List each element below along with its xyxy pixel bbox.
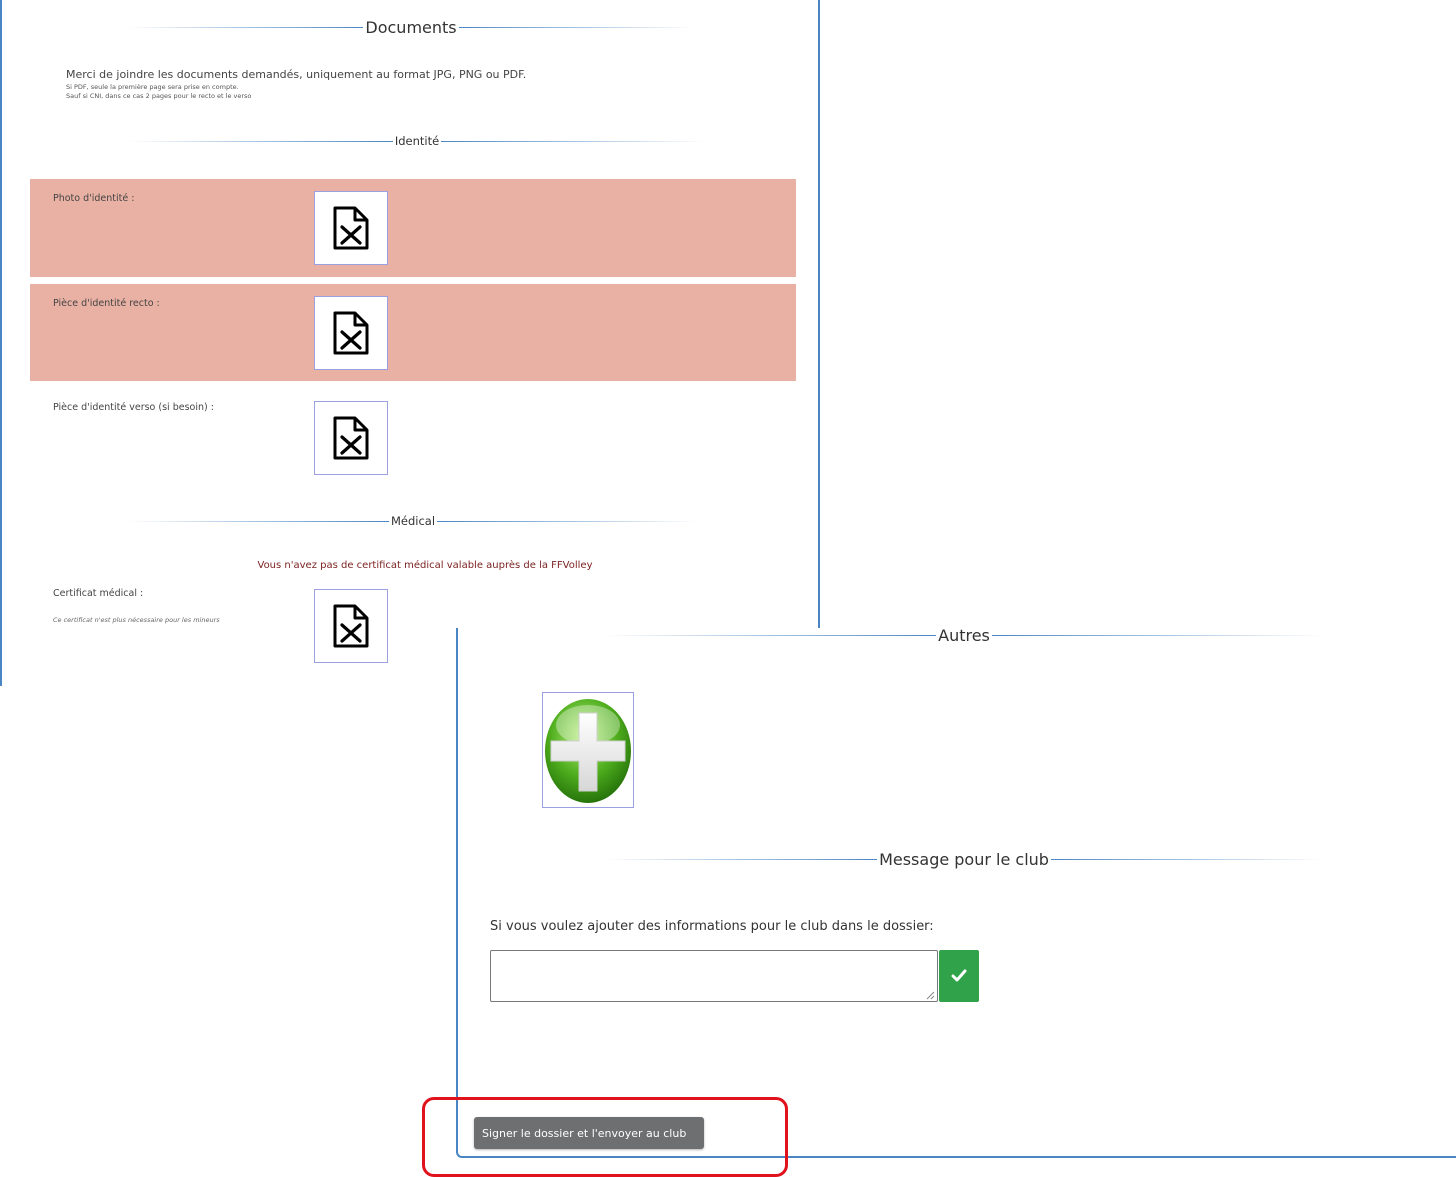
photo-id-label: Photo d'identité : — [53, 193, 135, 204]
id-back-upload[interactable] — [314, 401, 388, 475]
club-message-header: Message pour le club — [604, 850, 1324, 869]
missing-file-icon — [333, 311, 369, 355]
id-back-row: Pièce d'identité verso (si besoin) : — [30, 388, 796, 484]
intro-main-text: Merci de joindre les documents demandés,… — [66, 68, 527, 81]
id-front-upload[interactable] — [314, 296, 388, 370]
medical-header: Médical — [128, 514, 698, 528]
documents-intro: Merci de joindre les documents demandés,… — [66, 68, 526, 101]
sign-and-send-button[interactable]: Signer le dossier et l'envoyer au club — [474, 1117, 704, 1149]
missing-file-icon — [333, 416, 369, 460]
medical-certificate-note: Ce certificat n'est plus nécessaire pour… — [53, 616, 220, 624]
medical-certificate-upload[interactable] — [314, 589, 388, 663]
documents-header: Documents — [128, 18, 695, 37]
identity-header: Identité — [128, 134, 706, 148]
documents-title: Documents — [365, 18, 457, 37]
add-plus-icon — [545, 699, 631, 803]
intro-cni-note: Sauf si CNI, dans ce cas 2 pages pour le… — [66, 92, 252, 100]
club-message-input[interactable] — [490, 950, 938, 1002]
photo-id-row: Photo d'identité : — [30, 179, 796, 277]
club-message-prompt: Si vous voulez ajouter des informations … — [490, 919, 934, 934]
add-document-button[interactable] — [542, 692, 634, 808]
medical-warning: Vous n'avez pas de certificat médical va… — [257, 560, 593, 571]
medical-title: Médical — [390, 514, 436, 528]
confirm-message-button[interactable] — [939, 950, 979, 1002]
documents-panel: Documents Merci de joindre les documents… — [0, 0, 820, 686]
missing-file-icon — [333, 206, 369, 250]
others-header: Autres — [604, 626, 1325, 645]
medical-certificate-label: Certificat médical : — [53, 588, 144, 599]
photo-id-upload[interactable] — [314, 191, 388, 265]
others-panel: Autres Message pour le club Si vous voul… — [456, 626, 1456, 1158]
identity-title: Identité — [394, 134, 440, 148]
id-back-label: Pièce d'identité verso (si besoin) : — [53, 402, 214, 413]
missing-file-icon — [333, 604, 369, 648]
others-title: Autres — [938, 626, 990, 645]
id-front-label: Pièce d'identité recto : — [53, 298, 160, 309]
resize-grip-icon[interactable] — [925, 990, 935, 1000]
id-front-row: Pièce d'identité recto : — [30, 284, 796, 381]
intro-pdf-note: Si PDF, seule la première page sera pris… — [66, 83, 239, 91]
checkmark-icon — [951, 969, 967, 982]
club-message-title: Message pour le club — [879, 850, 1049, 869]
